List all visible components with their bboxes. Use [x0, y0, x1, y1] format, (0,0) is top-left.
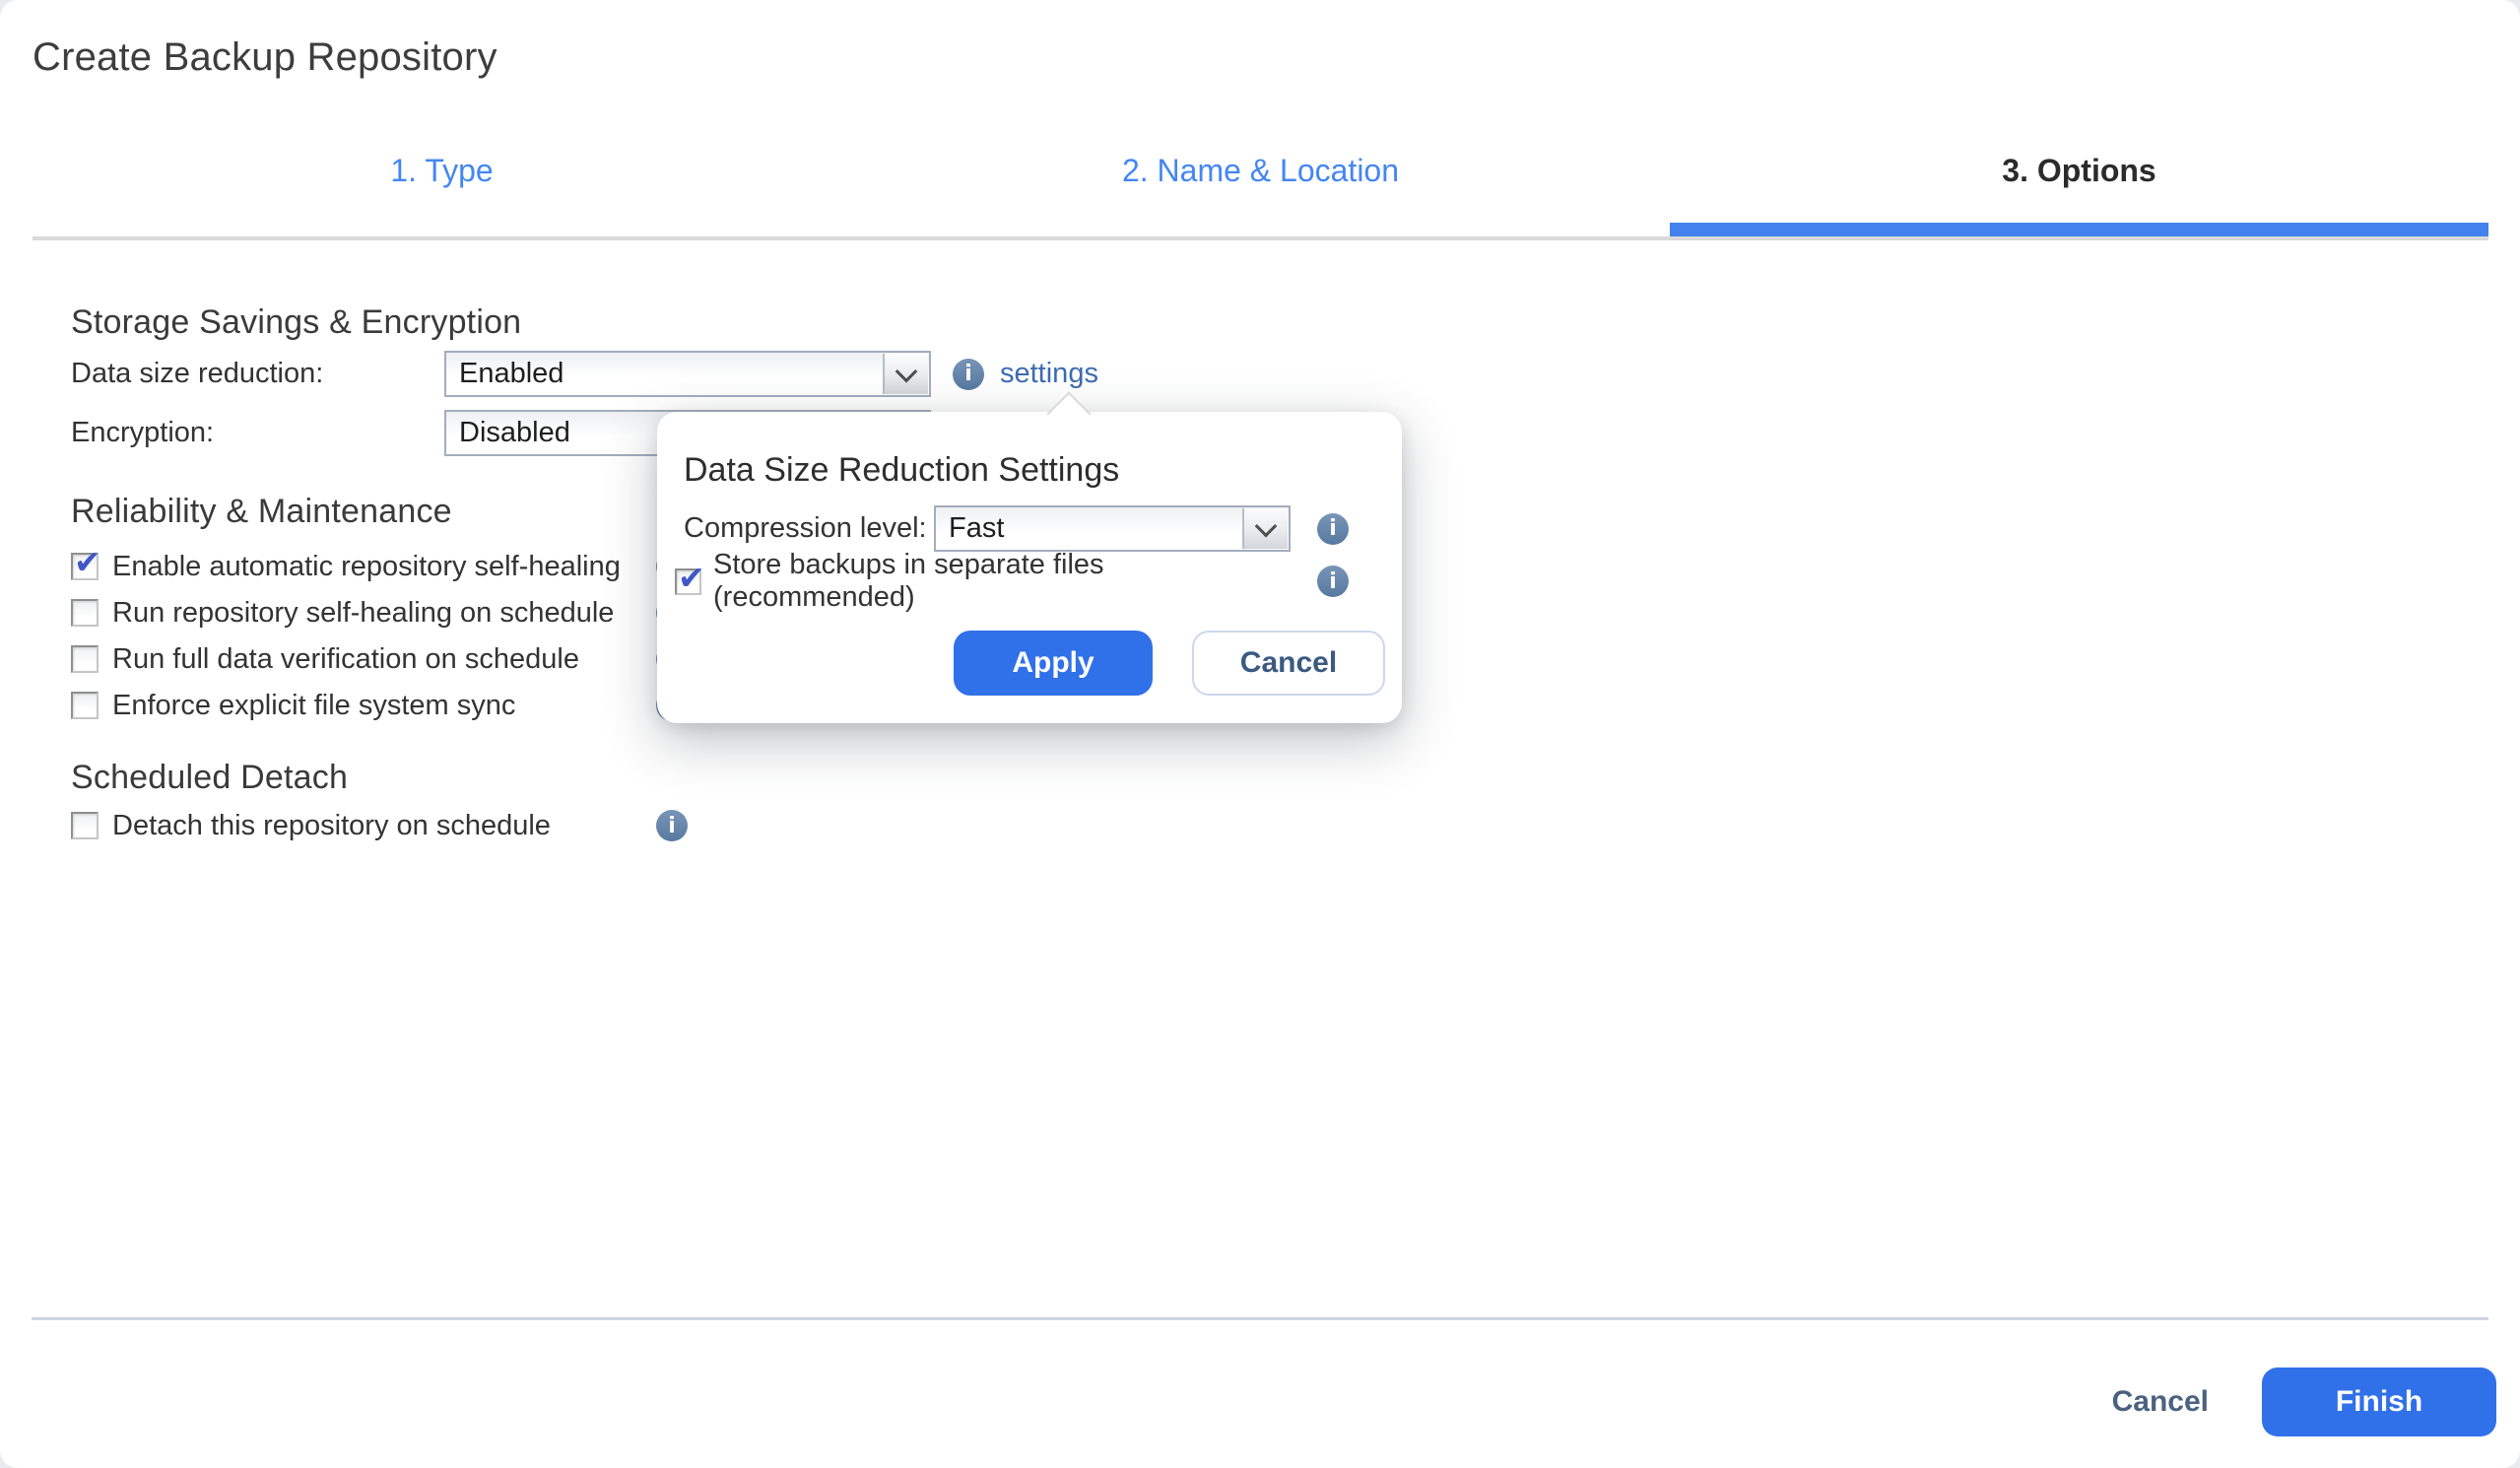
data-size-reduction-label: Data size reduction:	[71, 358, 444, 390]
self-healing-checkbox[interactable]	[71, 553, 99, 580]
encryption-value: Disabled	[459, 417, 570, 449]
info-icon[interactable]: i	[953, 359, 984, 390]
dropdown-arrow-icon[interactable]	[1242, 508, 1288, 549]
file-system-sync-label: Enforce explicit file system sync	[112, 690, 642, 722]
settings-link[interactable]: settings	[1000, 358, 1098, 390]
data-size-reduction-row: Data size reduction: Enabled i settings	[71, 351, 1098, 397]
compression-level-label: Compression level:	[684, 512, 934, 545]
compression-level-value: Fast	[949, 512, 1004, 545]
store-backups-row: Store backups in separate files (recomme…	[675, 559, 1349, 604]
data-size-reduction-popover: Data Size Reduction Settings Compression…	[657, 412, 1402, 723]
reliability-section-heading: Reliability & Maintenance	[71, 493, 452, 531]
footer-actions: Cancel Finish	[2112, 1366, 2496, 1438]
detach-section-heading: Scheduled Detach	[71, 759, 348, 797]
data-verification-row: Run full data verification on schedule i	[71, 636, 688, 682]
footer-divider	[32, 1317, 2488, 1320]
self-healing-schedule-row: Run repository self-healing on schedule …	[71, 590, 688, 635]
compression-level-row: Compression level: Fast i	[684, 505, 1349, 552]
data-size-reduction-select[interactable]: Enabled	[444, 351, 931, 397]
popover-title: Data Size Reduction Settings	[684, 451, 1119, 490]
self-healing-schedule-label: Run repository self-healing on schedule	[112, 597, 642, 630]
info-icon[interactable]: i	[1317, 513, 1349, 545]
dropdown-arrow-icon[interactable]	[883, 354, 928, 394]
storage-section-heading: Storage Savings & Encryption	[71, 303, 521, 342]
popover-cancel-button[interactable]: Cancel	[1192, 631, 1385, 696]
info-icon[interactable]: i	[1317, 566, 1349, 597]
store-backups-label: Store backups in separate files (recomme…	[713, 549, 1305, 614]
file-system-sync-row: Enforce explicit file system sync i	[71, 683, 688, 728]
self-healing-label: Enable automatic repository self-healing	[112, 551, 642, 583]
file-system-sync-checkbox[interactable]	[71, 692, 99, 719]
encryption-label: Encryption:	[71, 417, 444, 449]
data-verification-checkbox[interactable]	[71, 645, 99, 673]
options-step-content: Storage Savings & Encryption Data size r…	[0, 0, 2520, 1468]
self-healing-row: Enable automatic repository self-healing…	[71, 544, 688, 589]
data-verification-label: Run full data verification on schedule	[112, 643, 642, 676]
store-backups-checkbox[interactable]	[675, 568, 701, 595]
detach-schedule-label: Detach this repository on schedule	[112, 810, 642, 842]
cancel-button[interactable]: Cancel	[2112, 1385, 2209, 1419]
info-icon[interactable]: i	[656, 810, 688, 841]
detach-schedule-checkbox[interactable]	[71, 812, 99, 839]
detach-schedule-row: Detach this repository on schedule i	[71, 803, 688, 848]
self-healing-schedule-checkbox[interactable]	[71, 599, 99, 627]
data-size-reduction-value: Enabled	[459, 358, 564, 390]
apply-button[interactable]: Apply	[954, 631, 1153, 696]
finish-button[interactable]: Finish	[2262, 1368, 2496, 1436]
create-backup-repository-dialog: Create Backup Repository 1. Type 2. Name…	[0, 0, 2520, 1468]
compression-level-select[interactable]: Fast	[934, 505, 1291, 552]
